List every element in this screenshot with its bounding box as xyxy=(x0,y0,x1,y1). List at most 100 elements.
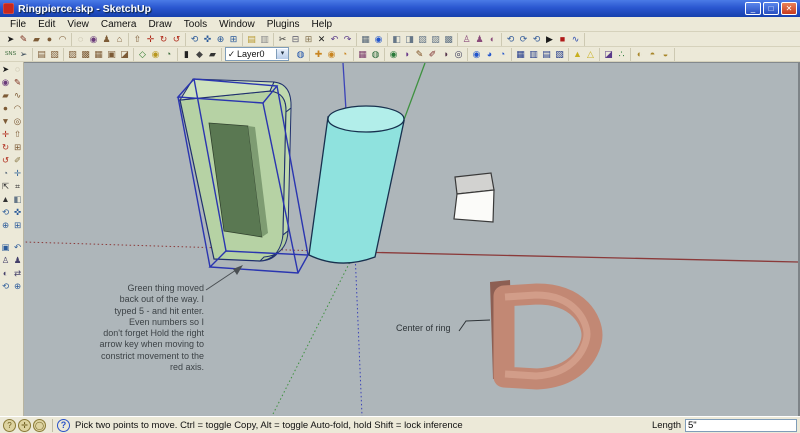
instructor-toggle-icon[interactable]: ✛ xyxy=(18,419,31,432)
pencil-2-icon[interactable]: ✎ xyxy=(413,48,426,60)
axes-tool-icon[interactable]: ✛ xyxy=(12,167,24,180)
zoom-window-tool-icon[interactable]: ⊞ xyxy=(12,219,24,232)
play-animation-icon[interactable]: ▶ xyxy=(543,33,556,45)
dark-tool-2-icon[interactable]: ◆ xyxy=(193,48,206,60)
shield-icon[interactable]: ◇ xyxy=(136,48,149,60)
rectangle-tool-icon[interactable]: ▰ xyxy=(30,33,43,45)
sandbox-badge-icon[interactable]: SNS xyxy=(4,48,17,60)
walk-tool-icon[interactable]: ♟ xyxy=(473,33,486,45)
rewind-icon[interactable]: ◎ xyxy=(452,48,465,60)
polygon-tool-icon[interactable]: ▼ xyxy=(0,115,12,128)
sandbox-from-scratch-icon[interactable]: ➢ xyxy=(17,48,30,60)
menu-edit[interactable]: Edit xyxy=(32,19,61,30)
eraser-tool-icon[interactable]: ◌ xyxy=(12,63,24,76)
lock-icon[interactable]: ◉ xyxy=(149,48,162,60)
shadow-early-icon[interactable]: ◐ xyxy=(633,48,646,60)
menu-help[interactable]: Help xyxy=(306,19,339,30)
color-dots-icon[interactable]: ∴ xyxy=(615,48,628,60)
info-blue-icon[interactable]: ◔ xyxy=(496,48,509,60)
timer-icon[interactable]: ◔ xyxy=(338,48,351,60)
zoom-tool-icon[interactable]: ⊕ xyxy=(214,33,227,45)
arc-tool-icon[interactable]: ◠ xyxy=(12,102,24,115)
warning-cone-icon[interactable]: ▲ xyxy=(571,48,584,60)
arc-tool-icon[interactable]: ◠ xyxy=(56,33,69,45)
orbit-tool-icon[interactable]: ⟲ xyxy=(0,206,12,219)
orbit-tool-icon[interactable]: ⟲ xyxy=(188,33,201,45)
dark-tool-3-icon[interactable]: ▰ xyxy=(206,48,219,60)
restore-button[interactable]: □ xyxy=(763,2,779,15)
paint-bucket-tool-icon[interactable]: ◉ xyxy=(87,33,100,45)
3d-viewport[interactable]: Green thing movedback out of the way. It… xyxy=(24,62,800,416)
menu-draw[interactable]: Draw xyxy=(142,19,177,30)
help-orange-icon[interactable]: ◉ xyxy=(325,48,338,60)
dimension-tool-icon[interactable]: ⇱ xyxy=(0,180,12,193)
circle-tool-icon[interactable]: ● xyxy=(43,33,56,45)
scene-loop-icon[interactable]: ⟳ xyxy=(517,33,530,45)
stamp-icon[interactable]: ▨ xyxy=(66,48,79,60)
paint-bucket-tool-icon[interactable]: ◉ xyxy=(0,76,12,89)
select-tool-icon[interactable]: ➤ xyxy=(0,63,12,76)
green-ring-component[interactable] xyxy=(180,79,291,261)
add-person-icon[interactable]: ✚ xyxy=(312,48,325,60)
layer-dropdown[interactable]: ✓ Layer0 ▾ xyxy=(225,47,289,61)
menu-view[interactable]: View xyxy=(61,19,95,30)
look-around-tool-icon[interactable]: ◐ xyxy=(486,33,499,45)
rotate-tool-icon[interactable]: ↻ xyxy=(157,33,170,45)
section-plane-icon[interactable]: ◧ xyxy=(390,33,403,45)
undo-icon[interactable]: ↶ xyxy=(328,33,341,45)
follow-me-tool-icon[interactable]: ↺ xyxy=(170,33,183,45)
scale-tool-icon[interactable]: ⊞ xyxy=(12,141,24,154)
next-view-icon[interactable]: ▥ xyxy=(258,33,271,45)
white-box[interactable] xyxy=(454,173,494,222)
zoom-extents-tool-icon[interactable]: ▣ xyxy=(0,241,12,254)
help-blue-icon[interactable]: ◉ xyxy=(470,48,483,60)
section-cuts-icon[interactable]: ◨ xyxy=(403,33,416,45)
layer-manager-icon[interactable]: ◍ xyxy=(294,48,307,60)
circle-tool-icon[interactable]: ● xyxy=(0,102,12,115)
add-terrain-icon[interactable]: ▤ xyxy=(35,48,48,60)
3d-text-tool-icon[interactable]: ▲ xyxy=(0,193,12,206)
text-tool-icon[interactable]: ⌗ xyxy=(12,180,24,193)
scene-previous-icon[interactable]: ⟲ xyxy=(504,33,517,45)
delete-icon[interactable]: ✕ xyxy=(315,33,328,45)
look-around-tool-icon[interactable]: ◐ xyxy=(0,267,12,280)
scene-next-icon[interactable]: ⟲ xyxy=(530,33,543,45)
print-icon[interactable]: ▦ xyxy=(359,33,372,45)
instructor-off-icon[interactable]: ◯ xyxy=(33,419,46,432)
close-button[interactable]: ✕ xyxy=(781,2,797,15)
warning-triangle-icon[interactable]: △ xyxy=(584,48,597,60)
zoom-tool-2-icon[interactable]: ⊕ xyxy=(12,280,24,293)
pan-tool-icon[interactable]: ✜ xyxy=(201,33,214,45)
smoove-icon[interactable]: ▧ xyxy=(48,48,61,60)
wireframe-mode-icon[interactable]: ▨ xyxy=(429,33,442,45)
push-pull-tool-icon[interactable]: ⇧ xyxy=(131,33,144,45)
previous-view-tool-icon[interactable]: ↶ xyxy=(12,241,24,254)
cyan-cylinder[interactable] xyxy=(309,106,404,263)
menu-tools[interactable]: Tools xyxy=(178,19,213,30)
drape-icon[interactable]: ▩ xyxy=(79,48,92,60)
instructor-help-icon[interactable]: ? xyxy=(3,419,16,432)
stop-animation-icon[interactable]: ■ xyxy=(556,33,569,45)
make-group-icon[interactable]: ⌂ xyxy=(113,33,126,45)
menu-plugins[interactable]: Plugins xyxy=(261,19,306,30)
rotate-tool-icon[interactable]: ↻ xyxy=(0,141,12,154)
blue-panel-2-icon[interactable]: ▥ xyxy=(527,48,540,60)
mesh-3-icon[interactable]: ◪ xyxy=(118,48,131,60)
paste-icon[interactable]: ⊞ xyxy=(302,33,315,45)
previous-view-icon[interactable]: ▤ xyxy=(245,33,258,45)
make-component-icon[interactable]: ♟ xyxy=(100,33,113,45)
zoom-tool-icon[interactable]: ⊕ xyxy=(0,219,12,232)
xray-mode-icon[interactable]: ▧ xyxy=(416,33,429,45)
blue-panel-4-icon[interactable]: ▧ xyxy=(553,48,566,60)
push-pull-tool-icon[interactable]: ⇧ xyxy=(12,128,24,141)
minimize-button[interactable]: _ xyxy=(745,2,761,15)
stopwatch-icon[interactable]: ◔ xyxy=(162,48,175,60)
redo-icon[interactable]: ↷ xyxy=(341,33,354,45)
blue-panel-1-icon[interactable]: ▦ xyxy=(514,48,527,60)
query-icon[interactable]: ◕ xyxy=(483,48,496,60)
freehand-tool-icon[interactable]: ∿ xyxy=(12,89,24,102)
length-input[interactable] xyxy=(685,419,797,432)
offset-tool-icon[interactable]: ◎ xyxy=(12,115,24,128)
position-camera-tool-icon[interactable]: ♙ xyxy=(0,254,12,267)
follow-me-tool-icon[interactable]: ↺ xyxy=(0,154,12,167)
